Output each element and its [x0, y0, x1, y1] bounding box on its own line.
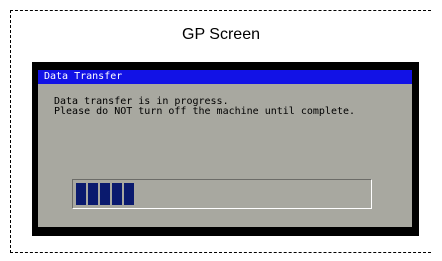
progress-fill [76, 183, 134, 205]
message-line-2: Please do NOT turn off the machine until… [54, 106, 356, 117]
progress-segment [88, 183, 98, 205]
dialog-titlebar: Data Transfer [38, 70, 412, 84]
dialog-title: Data Transfer [44, 71, 123, 82]
progress-segment [76, 183, 86, 205]
data-transfer-dialog: Data Transfer Data transfer is in progre… [38, 70, 412, 227]
progress-segment [124, 183, 134, 205]
progress-segment [112, 183, 122, 205]
figure-caption: GP Screen [182, 26, 260, 43]
progress-bar [72, 179, 372, 209]
progress-segment [100, 183, 110, 205]
